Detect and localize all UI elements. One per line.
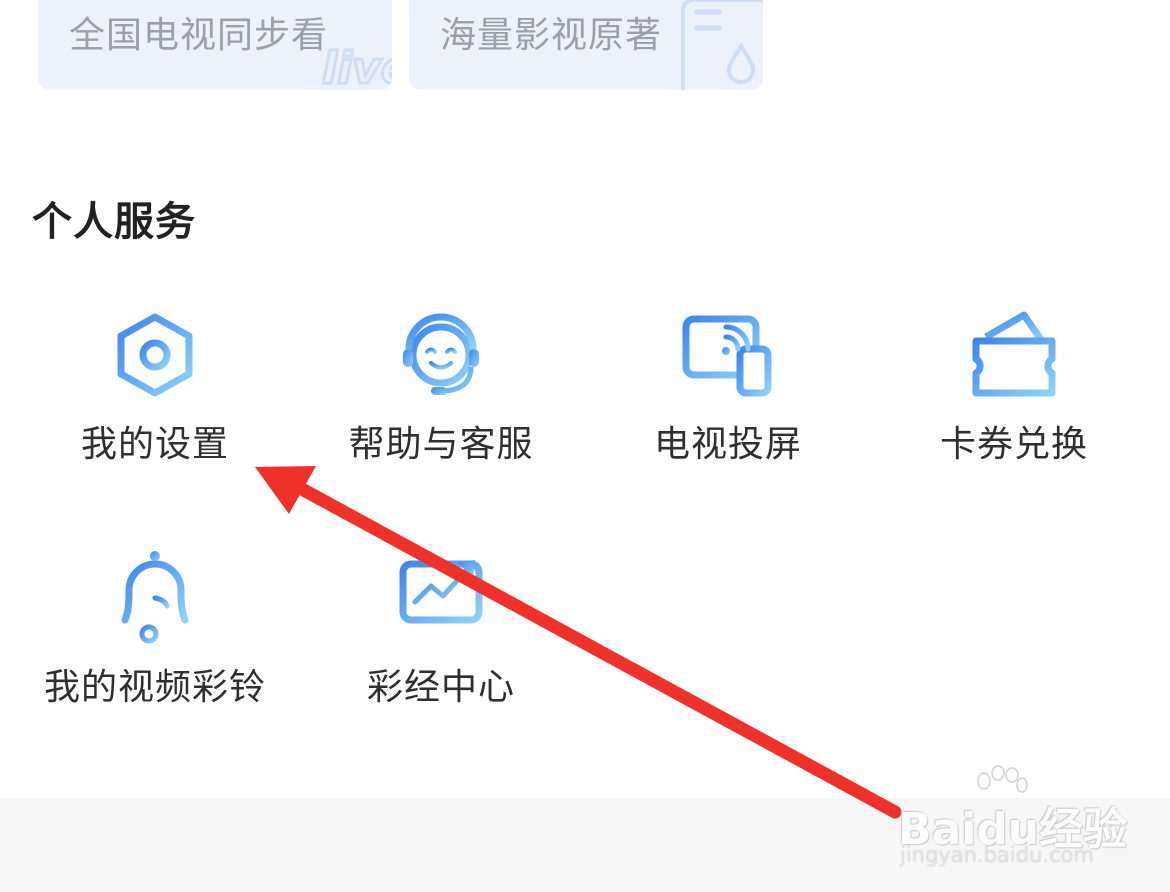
banner-novels[interactable]: 海量影视原著 [409,0,763,90]
banner-tv-sync-label: 全国电视同步看 [69,15,329,56]
banner-tv-sync[interactable]: 全国电视同步看 live [38,0,392,90]
service-voucher-exchange[interactable]: 卡券兑换 [884,307,1144,477]
service-video-ringtone[interactable]: 我的视频彩铃 [25,550,285,720]
voucher-ticket-icon [972,311,1056,397]
live-icon: live [321,42,393,91]
service-help-support[interactable]: 帮助与客服 [311,307,571,477]
baidu-jingyan-watermark: Baidu经验 jingyan.baidu.com [898,765,1138,875]
section-title: 个人服务 [32,199,196,245]
book-icon [681,0,763,90]
settings-hexagon-icon [117,313,193,397]
watermark-url: jingyan.baidu.com [900,843,1094,867]
service-voucher-exchange-label: 卡券兑换 [939,424,1088,465]
bell-music-icon [115,551,195,644]
service-finance-center[interactable]: 彩经中心 [311,550,571,720]
tv-cast-icon [682,315,772,397]
service-tv-cast-label: 电视投屏 [653,424,802,465]
customer-service-headset-icon [403,313,479,395]
service-my-settings-label: 我的设置 [80,424,229,465]
service-help-support-label: 帮助与客服 [348,424,534,465]
service-video-ringtone-label: 我的视频彩铃 [43,667,266,708]
service-tv-cast[interactable]: 电视投屏 [598,307,858,477]
svg-text:live: live [322,43,392,90]
service-my-settings[interactable]: 我的设置 [25,307,285,477]
stock-chart-icon [399,560,483,638]
service-finance-center-label: 彩经中心 [366,667,515,708]
banner-novels-label: 海量影视原著 [440,15,663,56]
